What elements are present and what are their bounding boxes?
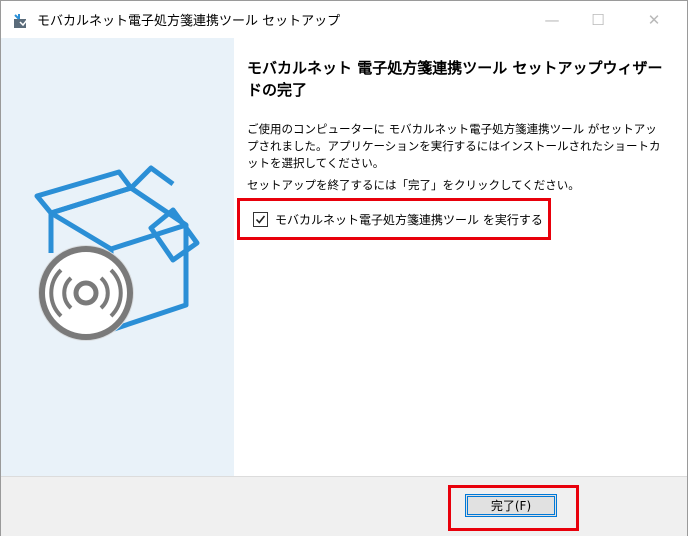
button-bar (1, 476, 687, 536)
finish-instruction: セットアップを終了するには「完了」をクリックしてください。 (247, 178, 580, 192)
minimize-button[interactable]: — (529, 1, 575, 38)
maximize-icon: ☐ (591, 10, 605, 29)
window-title: モバカルネット電子処方箋連携ツール セットアップ (37, 14, 341, 29)
completion-message: ご使用のコンピューターに モバカルネット電子処方箋連携ツール がセットアップされ… (247, 122, 661, 170)
wizard-heading: モバカルネット 電子処方箋連携ツール セットアップウィザードの完了 (247, 59, 663, 99)
box-with-disc-icon (34, 165, 200, 341)
close-button[interactable]: ✕ (631, 1, 677, 38)
maximize-button[interactable]: ☐ (575, 1, 621, 38)
title-bar[interactable]: モバカルネット電子処方箋連携ツール セットアップ — ☐ ✕ (1, 1, 687, 38)
close-icon: ✕ (647, 10, 661, 29)
minimize-icon: — (544, 10, 560, 29)
checkbox-highlight-box (237, 198, 551, 240)
finish-button-highlight-box (448, 485, 579, 531)
installer-icon (11, 11, 29, 29)
wizard-side-panel (1, 38, 234, 476)
setup-window: モバカルネット電子処方箋連携ツール セットアップ — ☐ ✕ モバカルネット 電… (0, 0, 688, 536)
